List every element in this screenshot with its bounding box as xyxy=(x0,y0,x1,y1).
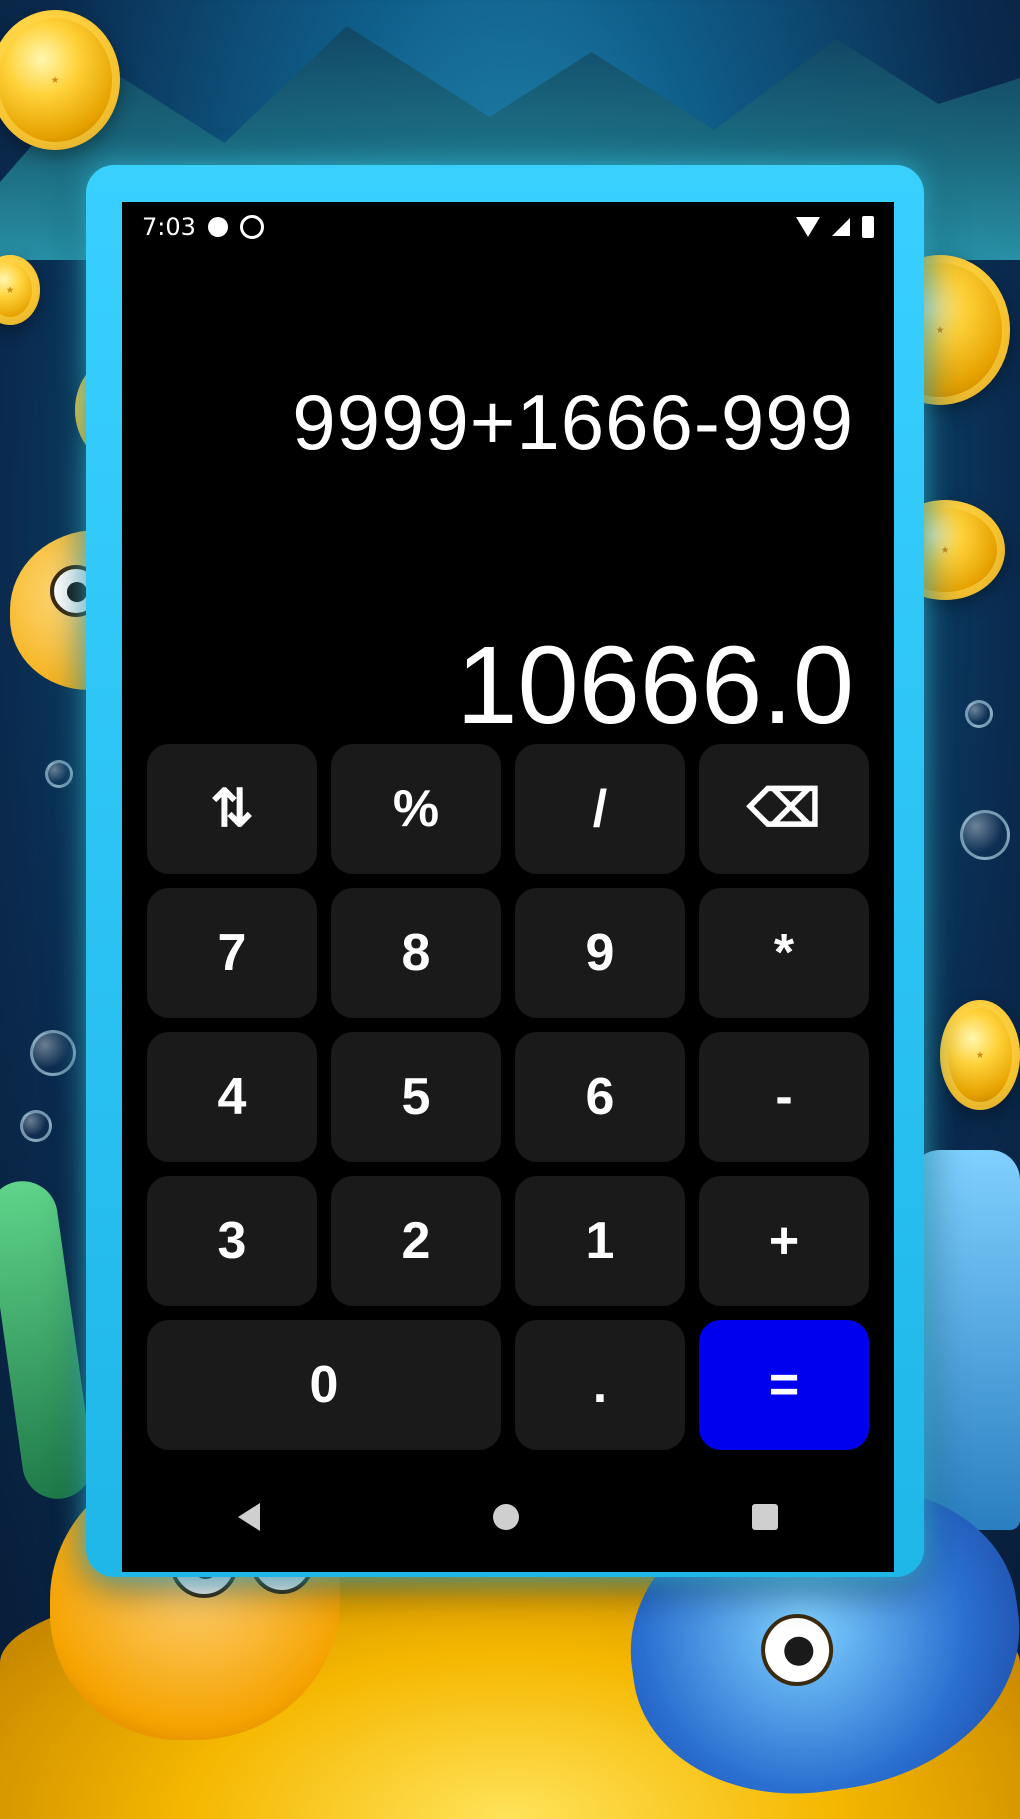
coin-decoration xyxy=(0,255,40,325)
digit-2-key[interactable]: 2 xyxy=(331,1176,501,1306)
coral-decoration xyxy=(910,1150,1020,1530)
bubble-decoration xyxy=(30,1030,76,1076)
minus-key[interactable]: - xyxy=(699,1032,869,1162)
status-right xyxy=(796,216,874,238)
status-bar: 7:03 xyxy=(122,202,894,252)
multiply-key[interactable]: * xyxy=(699,888,869,1018)
percent-key[interactable]: % xyxy=(331,744,501,874)
battery-icon xyxy=(862,216,874,238)
status-left: 7:03 xyxy=(142,213,264,241)
signal-icon xyxy=(832,218,850,236)
plus-key[interactable]: + xyxy=(699,1176,869,1306)
coin-decoration xyxy=(940,1000,1020,1110)
wifi-icon xyxy=(796,217,820,237)
digit-8-key[interactable]: 8 xyxy=(331,888,501,1018)
seaweed-decoration xyxy=(0,1176,97,1504)
swap-key[interactable]: ⇅ xyxy=(147,744,317,874)
bubble-decoration xyxy=(960,810,1010,860)
decimal-key[interactable]: . xyxy=(515,1320,685,1450)
equals-key[interactable]: = xyxy=(699,1320,869,1450)
digit-5-key[interactable]: 5 xyxy=(331,1032,501,1162)
digit-6-key[interactable]: 6 xyxy=(515,1032,685,1162)
digit-3-key[interactable]: 3 xyxy=(147,1176,317,1306)
result-display: 10666.0 xyxy=(456,624,854,747)
notification-ring-icon xyxy=(239,215,264,239)
nav-recent-icon[interactable] xyxy=(751,1504,778,1530)
digit-1-key[interactable]: 1 xyxy=(515,1176,685,1306)
divide-key[interactable]: / xyxy=(515,744,685,874)
bubble-decoration xyxy=(45,760,73,788)
bubble-decoration xyxy=(20,1110,52,1142)
navigation-bar xyxy=(122,1462,894,1572)
status-time: 7:03 xyxy=(142,213,196,241)
nav-home-icon[interactable] xyxy=(492,1504,519,1530)
calculator-screen: 7:03 9999+1666-999 10666.0 ⇅ % / ⌫ 7 8 9… xyxy=(122,202,894,1572)
digit-7-key[interactable]: 7 xyxy=(147,888,317,1018)
coin-decoration xyxy=(0,10,120,150)
nav-back-icon[interactable] xyxy=(238,1503,261,1531)
backspace-key[interactable]: ⌫ xyxy=(699,744,869,874)
digit-9-key[interactable]: 9 xyxy=(515,888,685,1018)
bubble-decoration xyxy=(965,700,993,728)
expression-display: 9999+1666-999 xyxy=(292,378,854,466)
keypad: ⇅ % / ⌫ 7 8 9 * 4 5 6 - 3 2 1 + 0 . = xyxy=(147,744,869,1450)
digit-0-key[interactable]: 0 xyxy=(147,1320,501,1450)
notification-dot-icon xyxy=(207,217,228,237)
digit-4-key[interactable]: 4 xyxy=(147,1032,317,1162)
